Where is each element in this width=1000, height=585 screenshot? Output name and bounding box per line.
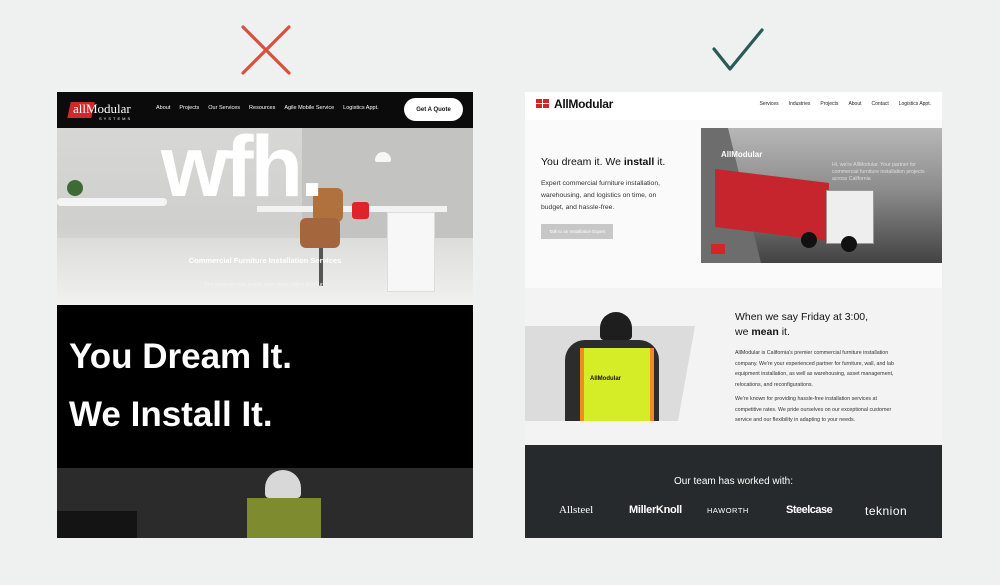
right-hero-text: You dream it. We install it. Expert comm…: [541, 156, 671, 239]
truck-wheel: [841, 236, 857, 252]
about-paragraph-1: AllModular is California's premier comme…: [735, 350, 894, 388]
left-nav-projects[interactable]: Projects: [179, 105, 199, 111]
hero-chair-seat: [300, 218, 340, 248]
right-hero-paragraph: Expert commercial furniture installation…: [541, 180, 660, 211]
left-hero-subtitle: The program that builds your home office…: [204, 282, 326, 288]
truck-trailer-label: AllModular: [721, 150, 763, 159]
allmodular-logo-icon: [536, 99, 550, 109]
client-logo-steelcase: Steelcase: [786, 504, 833, 516]
client-logo-haworth: HAWORTH: [707, 506, 749, 515]
truck-wheel: [801, 232, 817, 248]
right-friday-section: AllModular When we say Friday at 3:00, w…: [525, 288, 942, 445]
right-nav-industries[interactable]: Industries: [789, 101, 811, 107]
worker-hardhat: [600, 312, 632, 340]
left-nav-resources[interactable]: Resources: [249, 105, 275, 111]
left-headline-install: We Install It.: [69, 395, 273, 434]
worker-safety-vest: [580, 348, 654, 421]
truck-photo: AllModular Hi, we're AllModular. Your pa…: [701, 128, 942, 263]
right-logo-text: AllModular: [554, 97, 613, 111]
right-hero-section: You dream it. We install it. Expert comm…: [525, 120, 942, 288]
photo-logo-mark: [711, 244, 725, 254]
right-nav-about[interactable]: About: [848, 101, 861, 107]
left-hero-title: Commercial Furniture Installation Servic…: [188, 256, 342, 265]
worker-vest: [247, 498, 321, 538]
hero-table: [57, 198, 167, 206]
clients-section: Our team has worked with: Allsteel Mille…: [525, 445, 942, 538]
client-logo-allsteel: Allsteel: [559, 504, 594, 516]
image-dark-block: [57, 511, 137, 538]
bad-example-screenshot: allModular SYSTEMS About Projects Our Se…: [57, 92, 473, 538]
left-logo-text: allModular: [73, 101, 131, 116]
left-worker-image: [57, 468, 473, 538]
left-headline-dream: You Dream It.: [69, 337, 293, 376]
wfh-red-dot: [352, 202, 369, 219]
good-example-screenshot: AllModular Services Industries Projects …: [525, 92, 942, 538]
friday-heading: When we say Friday at 3:00, we mean it.: [735, 311, 869, 338]
cross-mark-icon: [241, 25, 291, 75]
wfh-headline: wfh.: [161, 119, 324, 215]
right-nav-contact[interactable]: Contact: [872, 101, 889, 107]
talk-to-expert-button[interactable]: Talk to an Installation Expert: [541, 224, 614, 239]
left-nav-agile-mobile-service[interactable]: Agile Mobile Service: [284, 105, 334, 111]
hero-chair-leg: [319, 248, 323, 286]
left-nav-logistics-appt[interactable]: Logistics Appt.: [343, 105, 378, 111]
check-mark-icon: [712, 28, 764, 71]
right-nav-services[interactable]: Services: [760, 101, 779, 107]
client-logo-teknion: teknion: [865, 504, 908, 518]
left-logo[interactable]: allModular SYSTEMS: [67, 100, 139, 122]
hero-plant: [67, 180, 83, 196]
left-nav-our-services[interactable]: Our Services: [208, 105, 240, 111]
hero-lamp: [375, 152, 391, 162]
truck-photo-caption: Hi, we're AllModular. Your partner for c…: [832, 162, 925, 182]
get-a-quote-button[interactable]: Get A Quote: [404, 98, 463, 121]
client-logo-millerknoll: MillerKnoll: [629, 504, 682, 516]
left-hero-image: wfh. Commercial Furniture Installation S…: [57, 124, 473, 305]
left-dream-section: You Dream It. We Install It.: [57, 305, 473, 468]
worker-helmet: [265, 470, 301, 498]
right-nav-projects[interactable]: Projects: [820, 101, 838, 107]
clients-title: Our team has worked with:: [674, 476, 793, 487]
left-nav-links: About Projects Our Services Resources Ag…: [156, 105, 379, 111]
worker-vest-label: AllModular: [590, 376, 621, 382]
hero-cabinet: [387, 212, 435, 292]
left-nav-about[interactable]: About: [156, 105, 170, 111]
about-paragraph-2: We're known for providing hassle-free in…: [735, 396, 892, 423]
left-logo-subtext: SYSTEMS: [99, 116, 133, 121]
right-nav-logistics-appt[interactable]: Logistics Appt.: [899, 101, 931, 107]
right-nav-links: Services Industries Projects About Conta…: [760, 101, 932, 107]
right-hero-heading: You dream it. We install it.: [541, 156, 666, 168]
right-navbar: AllModular Services Industries Projects …: [525, 92, 942, 120]
right-logo[interactable]: AllModular: [536, 96, 613, 112]
